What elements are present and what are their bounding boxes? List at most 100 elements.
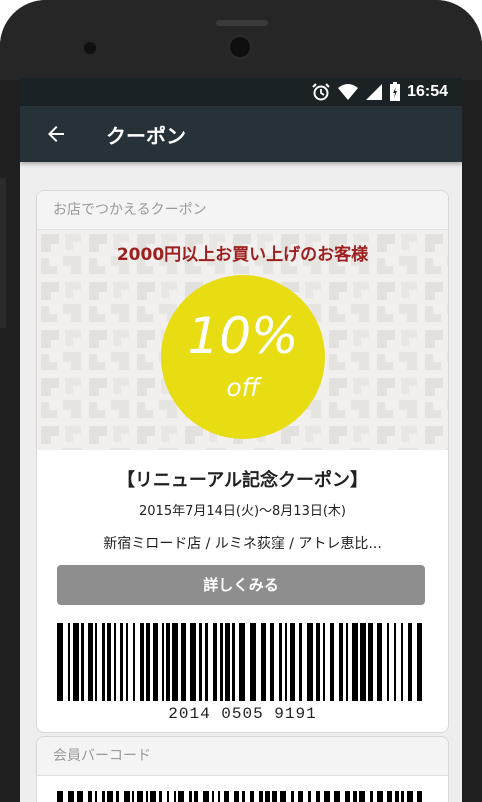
discount-badge: 10% off [161, 275, 325, 439]
barcode-bar [324, 791, 330, 802]
barcode-bar [88, 791, 92, 802]
barcode-bar [250, 623, 256, 701]
member-card[interactable]: 会員バーコード [36, 736, 449, 802]
discount-unit: off [226, 373, 260, 402]
status-bar: 16:54 [20, 78, 462, 106]
barcode-bar [107, 623, 111, 701]
barcode-bar [280, 791, 286, 802]
barcode-bar [199, 623, 202, 701]
barcode-bar [377, 791, 383, 802]
barcode-bar [265, 791, 270, 802]
detail-button[interactable]: 詳しくみる [57, 565, 425, 605]
back-arrow-icon[interactable] [44, 122, 68, 146]
phone-frame: 16:54 クーポン お店でつかえるクーポン 2000円以上お買い上げのお客様 … [0, 0, 482, 802]
barcode-bar [259, 791, 263, 802]
discount-value: 10% [187, 307, 299, 365]
coupon-banner: 2000円以上お買い上げのお客様 10% off [37, 230, 448, 450]
barcode-bar [57, 791, 63, 802]
barcode-bar [307, 623, 313, 701]
volume-button [0, 178, 6, 328]
barcode-bar [68, 791, 74, 802]
barcode-bar [360, 623, 366, 701]
coupon-date-range: 2015年7月14日(火)〜8月13日(木) [139, 504, 346, 519]
member-barcode [57, 791, 422, 802]
barcode-bar [133, 623, 135, 701]
barcode-bar [181, 623, 186, 701]
barcode-bar [126, 623, 128, 701]
barcode-bar [95, 791, 97, 802]
barcode-bar [102, 623, 105, 701]
barcode-bar [88, 623, 93, 701]
barcode-bar [102, 791, 105, 802]
coupon-title: 【リニューアル記念クーポン】 [116, 470, 369, 491]
barcode-bar [95, 623, 97, 701]
barcode-bar [291, 791, 294, 802]
barcode-bar [368, 623, 373, 701]
barcode-bar [352, 623, 358, 701]
barcode-bar [232, 623, 235, 701]
barcode-bar [359, 791, 365, 802]
barcode-bar [316, 791, 320, 802]
barcode-bar [81, 623, 84, 701]
barcode-bar [107, 791, 113, 802]
barcode-bar [407, 791, 413, 802]
barcode-bar [137, 791, 143, 802]
earpiece-speaker [216, 20, 268, 26]
battery-icon [390, 82, 401, 101]
barcode-bar [279, 623, 282, 701]
barcode-bar [250, 791, 254, 802]
barcode-bar [159, 791, 162, 802]
barcode-bar [323, 623, 325, 701]
barcode-bar [308, 791, 311, 802]
barcode-bar [189, 791, 192, 802]
barcode-bar [194, 791, 198, 802]
barcode-bar [146, 791, 148, 802]
barcode-bar [417, 791, 422, 802]
barcode-bar [290, 623, 295, 701]
barcode-bar [272, 791, 277, 802]
barcode-bar [120, 623, 123, 701]
barcode-bar [116, 791, 119, 802]
barcode-bar [124, 791, 130, 802]
barcode-bar [114, 623, 116, 701]
barcode-bar [395, 791, 399, 802]
alarm-icon [312, 83, 330, 101]
barcode-number: 2014 0505 9191 [168, 705, 317, 723]
phone-top-bezel [0, 0, 482, 80]
proximity-sensor [84, 42, 96, 54]
barcode-bar [316, 623, 320, 701]
wifi-icon [338, 84, 359, 100]
barcode-bar [234, 791, 239, 802]
barcode-bar [162, 623, 164, 701]
barcode-bar [220, 623, 223, 701]
barcode-bar [298, 791, 303, 802]
barcode-bar [334, 791, 340, 802]
barcode-bar [132, 791, 134, 802]
barcode-bar [346, 623, 348, 701]
barcode-bar [212, 791, 214, 802]
barcode-bar [299, 623, 302, 701]
barcode-bar [172, 623, 178, 701]
barcode-bar [205, 623, 208, 701]
barcode-bar [57, 623, 63, 701]
member-section-label: 会員バーコード [37, 737, 448, 776]
barcode-bar [166, 623, 170, 701]
barcode-bar [345, 791, 350, 802]
barcode-bar [401, 791, 404, 802]
barcode-bar [408, 623, 412, 701]
page-title: クーポン [106, 124, 186, 148]
barcode-bar [285, 623, 287, 701]
barcode-bar [261, 623, 266, 701]
barcode-bar [377, 623, 382, 701]
coupon-card[interactable]: お店でつかえるクーポン 2000円以上お買い上げのお客様 10% off 【リニ… [36, 190, 449, 733]
barcode-bar [225, 623, 230, 701]
barcode-bar [73, 623, 79, 701]
barcode-bar [239, 623, 245, 701]
barcode-bar [270, 623, 274, 701]
barcode-bar [68, 623, 70, 701]
barcode-bar [370, 791, 373, 802]
barcode-bar [218, 791, 220, 802]
barcode-bar [387, 623, 389, 701]
barcode-bar [224, 791, 229, 802]
clock-time: 16:54 [407, 83, 448, 100]
